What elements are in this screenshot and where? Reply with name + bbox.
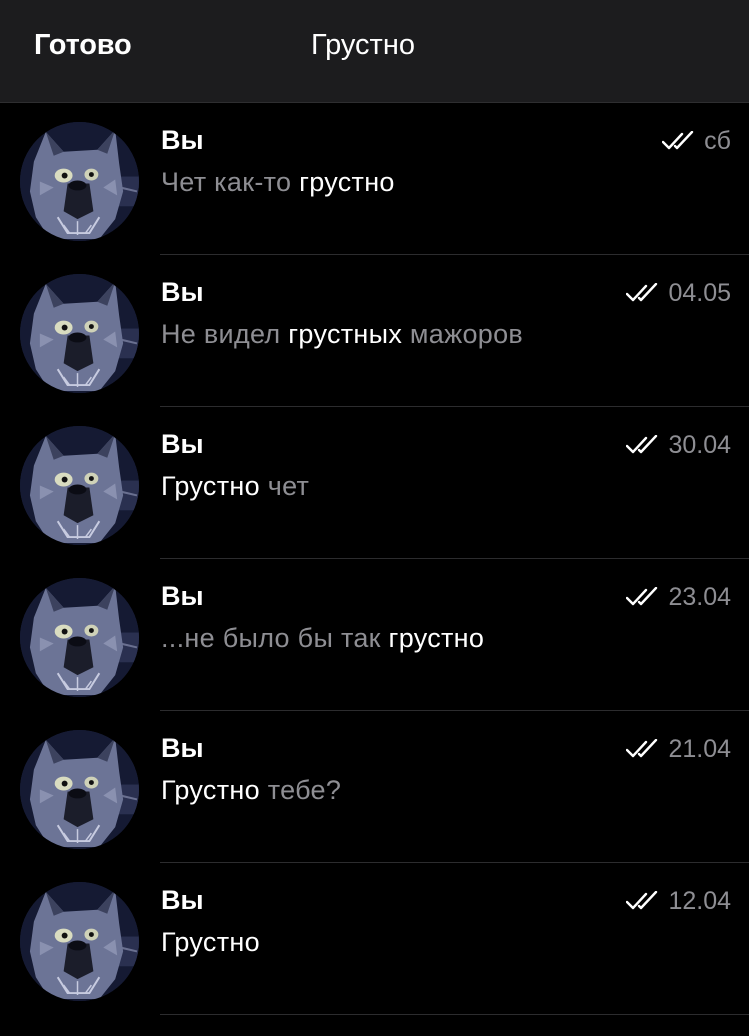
search-result-row[interactable]: Вы 12.04 Грустно xyxy=(0,863,749,1015)
message-date: сб xyxy=(704,126,731,155)
double-check-icon xyxy=(626,435,658,454)
search-result-row[interactable]: Вы 30.04 Грустно чет xyxy=(0,407,749,559)
sender-name: Вы xyxy=(161,125,204,155)
highlighted-match-text: Грустно xyxy=(161,471,260,501)
search-result-row[interactable]: Вы сб Чет как-то грустно xyxy=(0,103,749,255)
preview-text: тебе? xyxy=(259,775,342,805)
message-preview: ...не было бы так грустно xyxy=(161,623,484,654)
search-result-row[interactable]: Вы 04.05 Не видел грустных мажоров xyxy=(0,255,749,407)
search-result-row[interactable]: Вы 21.04 Грустно тебе? xyxy=(0,711,749,863)
message-meta: 21.04 xyxy=(626,733,731,765)
message-meta: 04.05 xyxy=(626,277,731,309)
highlighted-match-text: грустных xyxy=(288,319,403,349)
message-date: 04.05 xyxy=(668,278,731,307)
sender-name: Вы xyxy=(161,733,204,763)
preview-text: Чет как-то xyxy=(161,167,300,197)
search-header: Готово Грустно xyxy=(0,0,749,103)
wolf-avatar-icon xyxy=(20,122,139,241)
search-result-row[interactable]: Вы 23.04 ...не было бы так грустно xyxy=(0,559,749,711)
message-date: 23.04 xyxy=(668,582,731,611)
message-meta: 12.04 xyxy=(626,885,731,917)
message-preview: Чет как-то грустно xyxy=(161,167,395,198)
preview-text: ...не было бы так xyxy=(161,623,389,653)
message-meta: 23.04 xyxy=(626,581,731,613)
highlighted-match-text: грустно xyxy=(299,167,395,197)
message-meta: сб xyxy=(662,125,731,157)
preview-text: чет xyxy=(259,471,310,501)
message-preview: Грустно чет xyxy=(161,471,309,502)
sender-name: Вы xyxy=(161,581,204,611)
message-preview: Грустно тебе? xyxy=(161,775,341,806)
double-check-icon xyxy=(626,891,658,910)
double-check-icon xyxy=(626,739,658,758)
highlighted-match-text: грустно xyxy=(388,623,485,653)
row-divider xyxy=(160,1014,749,1015)
sender-name: Вы xyxy=(161,277,204,307)
preview-text: мажоров xyxy=(402,319,524,349)
wolf-avatar-icon xyxy=(20,274,139,393)
message-preview: Грустно xyxy=(161,927,260,958)
highlighted-match-text: Грустно xyxy=(161,775,260,805)
sender-name: Вы xyxy=(161,429,204,459)
preview-text: Не видел xyxy=(161,319,289,349)
search-query[interactable]: Грустно xyxy=(311,29,415,62)
double-check-icon xyxy=(626,587,658,606)
search-results-list: Вы сб Чет как-то грустно Вы 04.05 Не вид… xyxy=(0,103,749,1015)
double-check-icon xyxy=(662,131,694,150)
message-meta: 30.04 xyxy=(626,429,731,461)
message-date: 12.04 xyxy=(668,886,731,915)
highlighted-match-text: Грустно xyxy=(161,927,260,957)
sender-name: Вы xyxy=(161,885,204,915)
message-date: 30.04 xyxy=(668,430,731,459)
message-preview: Не видел грустных мажоров xyxy=(161,319,523,350)
wolf-avatar-icon xyxy=(20,730,139,849)
wolf-avatar-icon xyxy=(20,426,139,545)
done-button[interactable]: Готово xyxy=(34,29,132,62)
double-check-icon xyxy=(626,283,658,302)
message-date: 21.04 xyxy=(668,734,731,763)
wolf-avatar-icon xyxy=(20,578,139,697)
wolf-avatar-icon xyxy=(20,882,139,1001)
